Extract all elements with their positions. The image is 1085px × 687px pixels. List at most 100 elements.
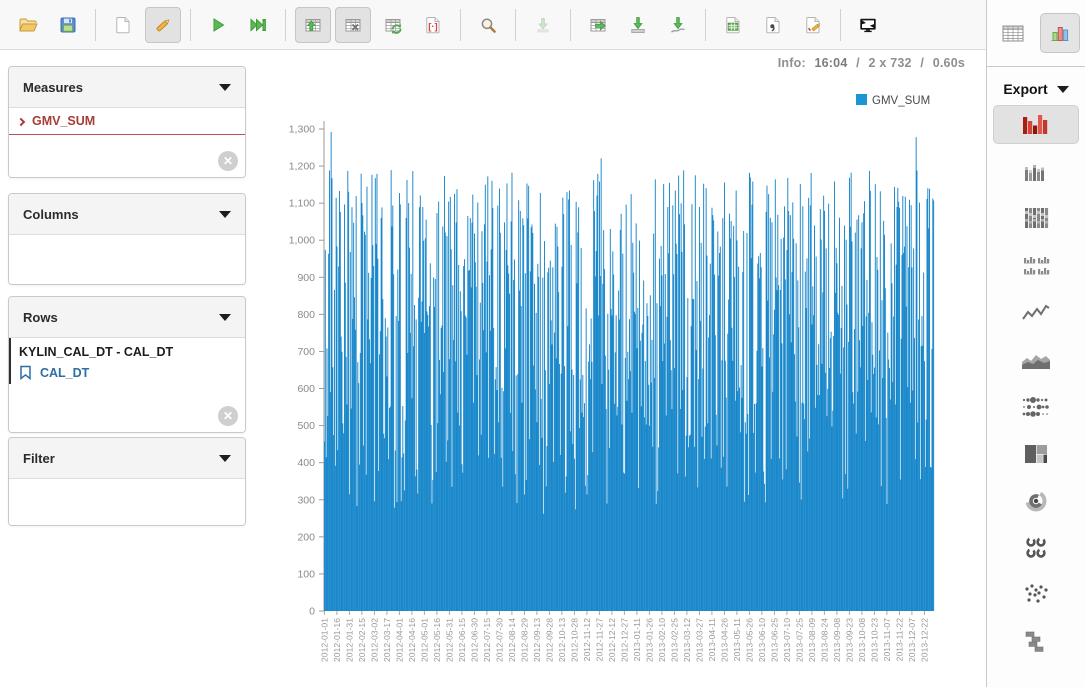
rows-dimension-group: KYLIN_CAL_DT - CAL_DT CAL_DT [9, 338, 245, 384]
svg-text:2012-12-27: 2012-12-27 [619, 618, 629, 662]
area-chart-icon [1018, 346, 1054, 374]
svg-text:2013-08-09: 2013-08-09 [807, 618, 817, 662]
svg-text:800: 800 [297, 309, 315, 321]
svg-text:700: 700 [297, 346, 315, 358]
info-size: 2 x 732 [869, 56, 912, 70]
svg-text:200: 200 [297, 531, 315, 543]
right-sidebar: Export [986, 0, 1085, 687]
run-play-button[interactable] [200, 7, 236, 43]
rows-item-cal-dt[interactable]: CAL_DT [19, 365, 237, 380]
svg-text:2012-11-12: 2012-11-12 [582, 618, 592, 662]
caret-down-icon[interactable] [219, 455, 231, 462]
treemap-chart-button[interactable] [993, 434, 1079, 473]
svg-text:2013-05-26: 2013-05-26 [744, 618, 754, 662]
svg-text:2013-10-08: 2013-10-08 [857, 618, 867, 662]
screen-capture-button[interactable] [850, 7, 886, 43]
svg-text:2013-08-24: 2013-08-24 [819, 618, 829, 662]
mdx-pencil-button[interactable] [795, 7, 831, 43]
svg-text:2012-05-16: 2012-05-16 [432, 618, 442, 662]
csv-file-button[interactable] [755, 7, 791, 43]
measures-panel-header[interactable]: Measures [9, 67, 245, 108]
scatter-chart-button[interactable] [993, 575, 1079, 614]
filter-panel-title: Filter [23, 451, 55, 466]
multiple-donut-chart-button[interactable] [993, 528, 1079, 567]
svg-text:400: 400 [297, 457, 315, 469]
table-arrow-right-button[interactable] [580, 7, 616, 43]
toolbar-separator [95, 9, 96, 41]
non-empty-brackets-button[interactable]: [·] [415, 7, 451, 43]
table-fields-button[interactable] [335, 7, 371, 43]
treemap-chart-icon [1018, 440, 1054, 468]
caret-down-icon[interactable] [219, 314, 231, 321]
download-data-icon [668, 15, 688, 35]
search-magnifier-button[interactable] [470, 7, 506, 43]
table-mode-button[interactable] [993, 13, 1033, 53]
download-chart-button[interactable] [620, 7, 656, 43]
svg-text:2013-04-11: 2013-04-11 [707, 618, 717, 662]
screen-capture-icon [858, 15, 878, 35]
svg-text:2013-02-25: 2013-02-25 [669, 618, 679, 662]
multiple-bar-chart-button[interactable] [993, 246, 1079, 285]
clear-rows-button[interactable]: ✕ [218, 406, 238, 426]
bar-chart-button[interactable] [993, 105, 1079, 144]
waterfall-chart-button[interactable] [993, 622, 1079, 661]
save-disk-button[interactable] [50, 7, 86, 43]
download-arrow-disabled-button[interactable] [525, 7, 561, 43]
search-magnifier-icon [478, 15, 498, 35]
info-duration: 0.60s [933, 56, 965, 70]
open-folder-button[interactable] [10, 7, 46, 43]
legend-label: GMV_SUM [872, 95, 930, 107]
svg-text:2013-06-10: 2013-06-10 [757, 618, 767, 662]
toolbar-separator [840, 9, 841, 41]
rows-item-label: CAL_DT [40, 366, 89, 380]
columns-panel-header[interactable]: Columns [9, 194, 245, 235]
line-chart-button[interactable] [993, 293, 1079, 332]
new-document-button[interactable] [105, 7, 141, 43]
rows-panel-body: KYLIN_CAL_DT - CAL_DT CAL_DT ✕ [9, 338, 245, 433]
svg-text:500: 500 [297, 420, 315, 432]
svg-text:2013-07-10: 2013-07-10 [782, 618, 792, 662]
dot-matrix-chart-button[interactable] [993, 387, 1079, 426]
table-arrow-up-button[interactable] [295, 7, 331, 43]
clear-measures-button[interactable]: ✕ [218, 151, 238, 171]
svg-text:2013-04-26: 2013-04-26 [719, 618, 729, 662]
export-dropdown[interactable]: Export [987, 81, 1085, 97]
table-mode-icon [1001, 23, 1025, 43]
sunburst-chart-button[interactable] [993, 481, 1079, 520]
caret-down-icon[interactable] [219, 84, 231, 91]
table-fields-icon [343, 15, 363, 35]
download-data-button[interactable] [660, 7, 696, 43]
measure-item-label: GMV_SUM [32, 114, 95, 128]
caret-down-icon[interactable] [219, 211, 231, 218]
svg-text:2012-12-12: 2012-12-12 [607, 618, 617, 662]
measures-panel: Measures GMV_SUM ✕ [8, 66, 246, 178]
svg-text:2012-04-16: 2012-04-16 [407, 618, 417, 662]
filter-panel-header[interactable]: Filter [9, 438, 245, 479]
auto-run-button[interactable] [240, 7, 276, 43]
save-disk-icon [58, 15, 78, 35]
non-empty-brackets-icon: [·] [423, 15, 443, 35]
area-chart-button[interactable] [993, 340, 1079, 379]
stacked-bar-100-chart-button[interactable] [993, 199, 1079, 238]
info-separator: / [856, 56, 860, 70]
svg-text:2012-10-28: 2012-10-28 [569, 618, 579, 662]
chart-mode-button[interactable] [1040, 13, 1080, 53]
bar-chart-canvas: GMV_SUM01002003004005006007008009001,000… [268, 84, 968, 687]
csv-file-icon [763, 15, 783, 35]
svg-text:2012-02-15: 2012-02-15 [357, 618, 367, 662]
table-refresh-button[interactable] [375, 7, 411, 43]
rows-panel-header[interactable]: Rows [9, 297, 245, 338]
filter-panel: Filter [8, 437, 246, 526]
excel-file-button[interactable] [715, 7, 751, 43]
mdx-pencil-icon [803, 15, 823, 35]
edit-pencil-button[interactable] [145, 7, 181, 43]
stacked-bar-chart-button[interactable] [993, 152, 1079, 191]
measure-item-gmv-sum[interactable]: GMV_SUM [9, 108, 245, 135]
svg-text:[·]: [·] [428, 21, 438, 32]
svg-text:1,100: 1,100 [289, 198, 315, 210]
svg-text:2012-09-13: 2012-09-13 [532, 618, 542, 662]
svg-text:2012-06-15: 2012-06-15 [457, 618, 467, 662]
multiple-bar-chart-icon [1018, 252, 1054, 280]
table-arrow-right-icon [588, 15, 608, 35]
filter-panel-body [9, 479, 245, 526]
